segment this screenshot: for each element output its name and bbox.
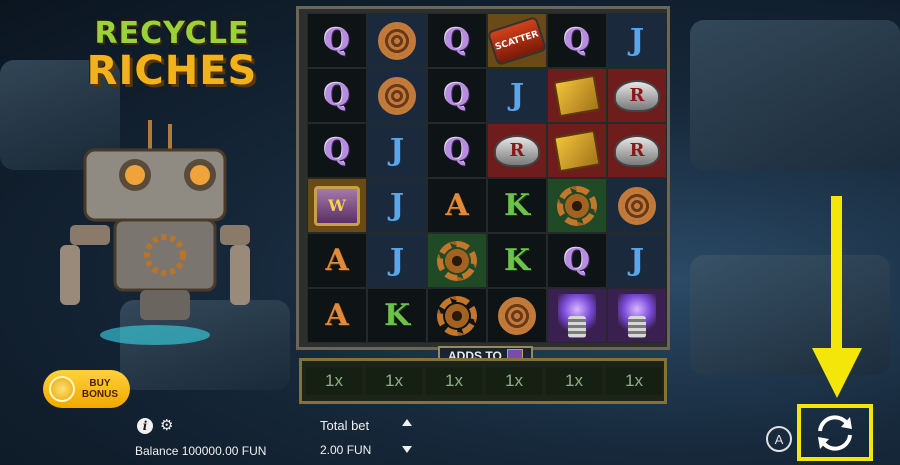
pointer-arrow-shaft — [831, 196, 842, 351]
gear-symbol-icon — [557, 185, 597, 226]
balance-text: Balance 100000.00 FUN — [135, 444, 267, 458]
background-scrap-pile — [690, 20, 900, 170]
settings-gear-icon[interactable]: ⚙ — [160, 416, 173, 434]
multiplier-slot: 1x — [486, 367, 542, 395]
reel-cell — [487, 288, 547, 343]
reel-cell: Q — [307, 13, 367, 68]
bet-decrease-icon[interactable] — [402, 446, 412, 453]
reel-cell — [547, 178, 607, 233]
reel-grid: Q Q SCATTER Q J Q Q J R Q J Q R R W J A K A J K Q J A K — [296, 6, 670, 350]
symbol-k: K — [503, 243, 531, 278]
tesla-coil-symbol-icon — [618, 293, 656, 338]
multiplier-slot: 1x — [306, 367, 362, 395]
reel-cell: A — [427, 178, 487, 233]
reel-cell: J — [607, 13, 667, 68]
copper-coil-symbol-icon — [498, 296, 536, 335]
symbol-j: J — [389, 133, 405, 168]
gold-book-symbol-icon — [553, 129, 601, 172]
winged-r-symbol-icon: R — [614, 134, 660, 167]
symbol-a: A — [325, 243, 349, 278]
game-logo: RECYCLE RICHES — [62, 16, 282, 91]
gold-book-symbol-icon — [553, 74, 601, 117]
total-bet-label: Total bet — [320, 418, 370, 433]
multiplier-slot: 1x — [426, 367, 482, 395]
multiplier-slot: 1x — [366, 367, 422, 395]
reel-cell — [607, 178, 667, 233]
reel-cell: J — [487, 68, 547, 123]
treasure-chest-symbol: W — [314, 185, 360, 226]
reel-cell — [367, 13, 427, 68]
multiplier-slot: 1x — [606, 367, 662, 395]
multiplier-bar: 1x 1x 1x 1x 1x 1x — [299, 358, 667, 404]
reel-cell: Q — [427, 123, 487, 178]
symbol-q: Q — [443, 23, 471, 58]
bet-increase-icon[interactable] — [402, 419, 412, 426]
reel-cell: A — [307, 288, 367, 343]
symbol-k: K — [383, 298, 411, 333]
total-bet-value: 2.00 FUN — [320, 443, 372, 457]
reel-cell: R — [607, 123, 667, 178]
symbol-a: A — [325, 298, 349, 333]
reel-cell: Q — [307, 68, 367, 123]
reel-cell — [547, 68, 607, 123]
symbol-j: J — [629, 23, 645, 58]
symbol-j: J — [389, 188, 405, 223]
reel-cell: J — [367, 178, 427, 233]
symbol-q: Q — [323, 133, 351, 168]
tesla-coil-symbol-icon — [558, 293, 596, 338]
symbol-a: A — [445, 188, 469, 223]
symbol-q: Q — [443, 133, 471, 168]
reel-cell: J — [367, 123, 427, 178]
symbol-q: Q — [563, 23, 591, 58]
logo-title-line1: RECYCLE — [94, 16, 250, 51]
copper-coil-symbol-icon — [378, 76, 416, 115]
reel-cell: J — [607, 233, 667, 288]
reel-cell: Q — [547, 13, 607, 68]
reel-cell — [607, 288, 667, 343]
reel-cell — [427, 288, 487, 343]
reel-cell — [547, 288, 607, 343]
symbol-k: K — [503, 188, 531, 223]
winged-r-symbol-icon: R — [614, 79, 660, 112]
winged-r-symbol-icon: R — [494, 134, 540, 167]
reel-cell: W — [307, 178, 367, 233]
symbol-q: Q — [443, 78, 471, 113]
symbol-j: J — [509, 78, 525, 113]
reel-cell: K — [487, 233, 547, 288]
symbol-q: Q — [563, 243, 591, 278]
info-icon[interactable]: i — [137, 418, 153, 434]
symbol-q: Q — [323, 23, 351, 58]
reel-cell: J — [367, 233, 427, 288]
scatter-symbol: SCATTER — [486, 15, 548, 66]
buy-bonus-button[interactable]: BUY BONUS — [43, 370, 130, 408]
symbol-j: J — [389, 243, 405, 278]
gear-symbol-icon — [437, 295, 477, 336]
reel-cell: R — [487, 123, 547, 178]
reel-cell: SCATTER — [486, 13, 548, 68]
buy-bonus-label: BUY BONUS — [81, 378, 118, 400]
copper-coil-symbol-icon — [378, 21, 416, 60]
gear-symbol-icon — [437, 240, 477, 281]
reel-cell — [367, 68, 427, 123]
symbol-q: Q — [323, 78, 351, 113]
reel-cell: Q — [427, 13, 487, 68]
reel-cell — [547, 123, 607, 178]
reel-cell: Q — [547, 233, 607, 288]
coin-icon — [49, 376, 75, 402]
copper-coil-symbol-icon — [618, 186, 656, 225]
spin-button[interactable] — [810, 411, 860, 455]
autoplay-button[interactable]: A — [766, 426, 792, 452]
reel-cell: A — [307, 233, 367, 288]
reel-cell: Q — [307, 123, 367, 178]
reel-cell: K — [367, 288, 427, 343]
robot-mascot — [60, 120, 250, 345]
logo-title-line2: RICHES — [86, 48, 258, 94]
reel-cell — [427, 233, 487, 288]
reel-cell: Q — [427, 68, 487, 123]
reel-cell: K — [487, 178, 547, 233]
multiplier-slot: 1x — [546, 367, 602, 395]
reel-cell: R — [607, 68, 667, 123]
pointer-arrow-head — [812, 348, 862, 398]
symbol-j: J — [629, 243, 645, 278]
